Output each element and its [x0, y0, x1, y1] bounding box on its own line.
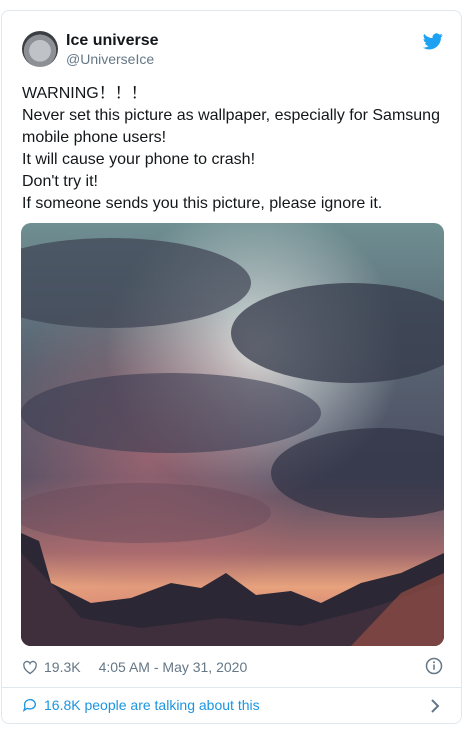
tweet-meta: 19.3K 4:05 AM - May 31, 2020 — [22, 659, 247, 675]
twitter-bird-icon[interactable] — [423, 33, 443, 50]
author-name[interactable]: Ice universe — [66, 32, 159, 50]
author-avatar[interactable] — [22, 31, 58, 67]
speech-bubble-icon — [22, 699, 36, 712]
tweet-photo[interactable] — [21, 223, 444, 646]
divider — [2, 687, 461, 688]
heart-icon[interactable] — [22, 660, 38, 675]
author-handle[interactable]: @UniverseIce — [66, 51, 154, 67]
tweet-timestamp[interactable]: 4:05 AM - May 31, 2020 — [99, 659, 248, 675]
talking-count-text[interactable]: 16.8K people are talking about this — [44, 697, 260, 713]
sunset-mountains-image — [21, 223, 444, 646]
tweet-card: Ice universe @UniverseIce WARNING！！！ Nev… — [1, 10, 462, 724]
tweet-text: WARNING！！！ Never set this picture as wal… — [22, 85, 440, 212]
chevron-right-icon[interactable] — [429, 699, 441, 713]
like-count[interactable]: 19.3K — [44, 659, 81, 675]
info-icon[interactable] — [425, 657, 443, 675]
conversation-link[interactable]: 16.8K people are talking about this — [22, 697, 260, 713]
